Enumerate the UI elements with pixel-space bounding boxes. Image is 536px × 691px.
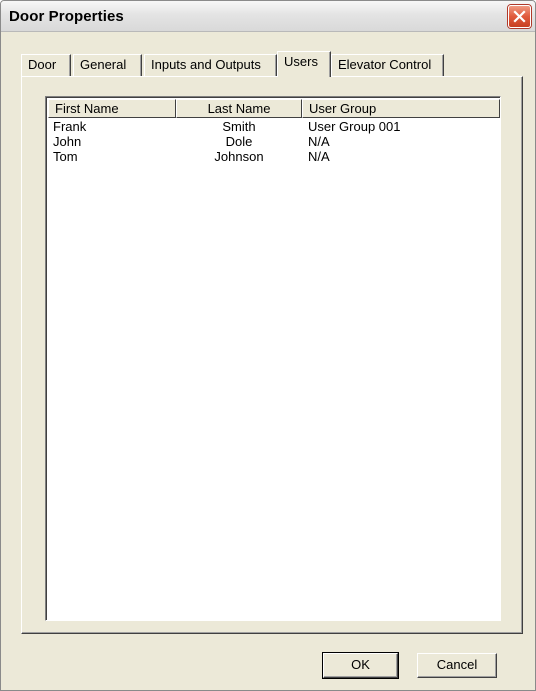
tab-inputs-and-outputs-label: Inputs and Outputs [151, 57, 261, 72]
tab-inputs-and-outputs[interactable]: Inputs and Outputs [144, 54, 277, 76]
last-name-cell: Smith [222, 119, 256, 134]
tab-elevator-control-label: Elevator Control [338, 57, 432, 72]
first-name-cell: Tom [53, 149, 78, 164]
tab-users-label: Users [284, 54, 318, 69]
tab-users[interactable]: Users [277, 51, 331, 77]
users-list[interactable]: First Name Last Name User Group Frank Sm… [45, 96, 501, 621]
user-group-cell: N/A [308, 149, 330, 164]
tab-door-label: Door [28, 57, 57, 72]
first-name-cell: John [53, 134, 82, 149]
first-name-cell: Frank [53, 119, 87, 134]
tab-general[interactable]: General [73, 54, 142, 76]
list-item[interactable]: Tom Johnson N/A [48, 149, 500, 164]
column-header-user-group-label: User Group [309, 101, 377, 116]
column-header-last-name-label: Last Name [207, 101, 271, 116]
close-button[interactable] [508, 5, 531, 28]
cancel-button[interactable]: Cancel [417, 653, 497, 678]
tab-elevator-control[interactable]: Elevator Control [331, 54, 444, 76]
close-icon [513, 10, 526, 23]
tab-general-label: General [80, 57, 127, 72]
window-title: Door Properties [9, 8, 124, 25]
tab-door[interactable]: Door [21, 54, 71, 76]
list-item[interactable]: John Dole N/A [48, 134, 500, 149]
title-bar[interactable]: Door Properties [1, 1, 535, 32]
users-list-header: First Name Last Name User Group [48, 99, 500, 118]
user-group-cell: User Group 001 [308, 119, 401, 134]
last-name-cell: Johnson [214, 149, 264, 164]
last-name-cell: Dole [225, 134, 253, 149]
user-group-cell: N/A [308, 134, 330, 149]
door-properties-dialog: Door Properties Door General Inputs and … [0, 0, 536, 691]
column-header-first-name-label: First Name [55, 101, 119, 116]
column-header-last-name[interactable]: Last Name [176, 99, 302, 118]
column-header-first-name[interactable]: First Name [48, 99, 176, 118]
column-header-user-group[interactable]: User Group [302, 99, 500, 118]
list-item[interactable]: Frank Smith User Group 001 [48, 119, 500, 134]
ok-button[interactable]: OK [322, 652, 399, 679]
